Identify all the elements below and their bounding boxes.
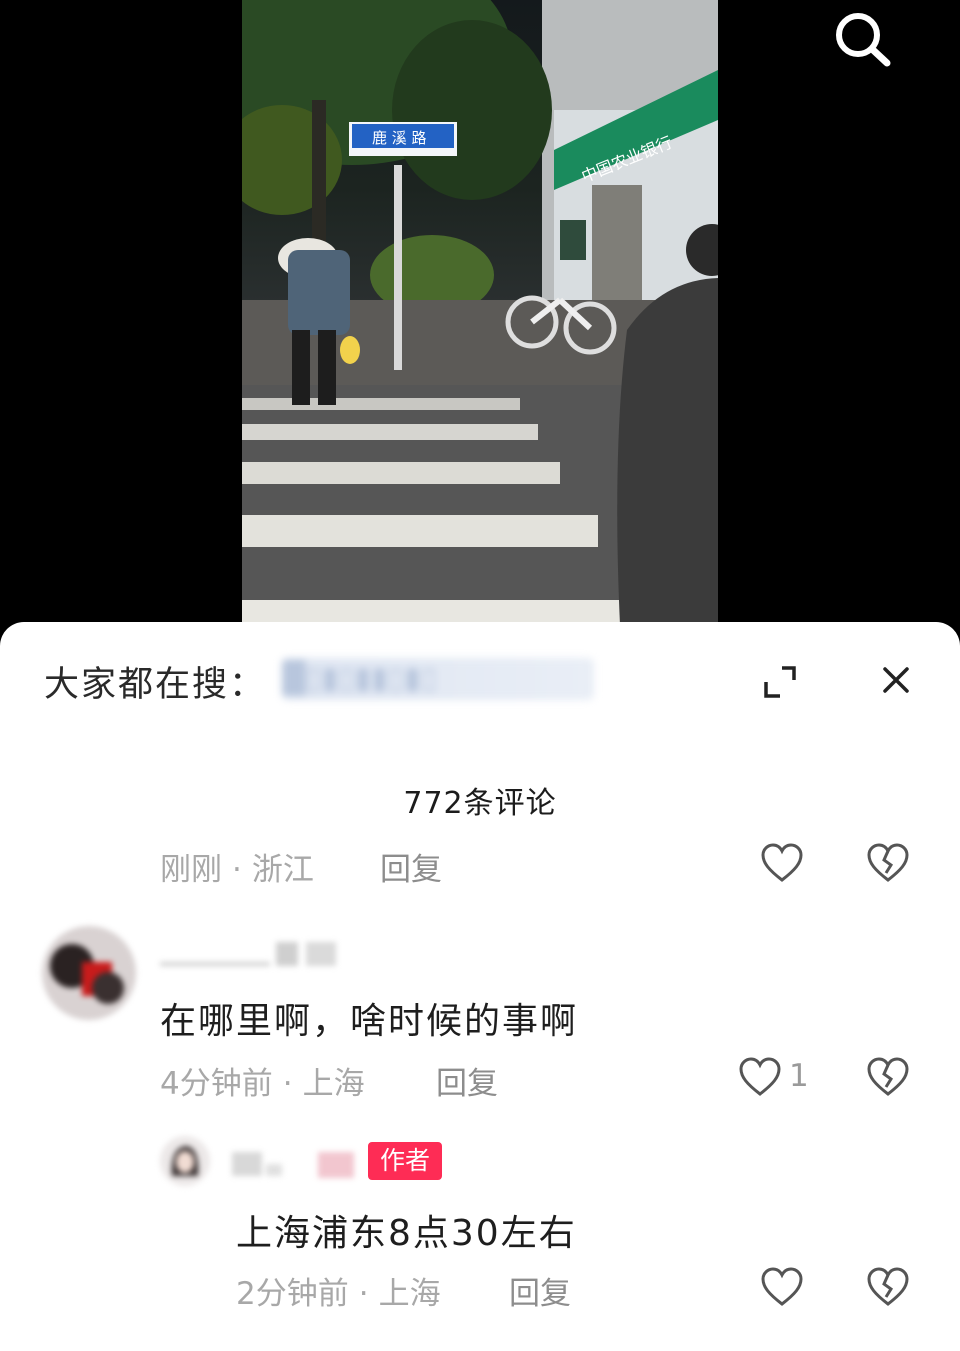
like-button[interactable] [737,1054,783,1100]
comment-panel: 大家都在搜： █▯▮▯▮▮▯▮▯ 772条评论 刚刚 · 浙江 回复 在哪里啊，… [0,622,960,1351]
username-blur-shape [232,1152,354,1178]
avatar-image [42,926,136,1020]
comment-meta: 刚刚 · 浙江 [160,852,314,888]
expand-button[interactable] [758,660,802,704]
dislike-button[interactable] [865,1264,911,1310]
heart-icon [739,1057,781,1096]
heart-icon [761,1267,803,1306]
comment-location: 上海 [378,1276,441,1312]
username-blurred[interactable] [232,1146,360,1180]
username-blur-shape [160,942,336,966]
broken-heart-icon [867,843,909,882]
video-frame[interactable]: 鹿 溪 路 中国农业银行 [242,0,718,625]
heart-icon [761,843,803,882]
trending-search-bar[interactable]: 大家都在搜： █▯▮▯▮▮▯▮▯ [0,622,960,742]
trending-search-term[interactable]: █▯▮▯▮▮▯▮▯ [282,658,594,700]
like-count: 1 [789,1058,809,1094]
avatar[interactable] [160,1136,210,1186]
comment-text: 在哪里啊，啥时候的事啊 [160,1001,579,1042]
comment-location: 上海 [302,1066,365,1102]
dislike-button[interactable] [865,1054,911,1100]
comment-time: 刚刚 [160,852,222,888]
comment-time: 2分钟前 [236,1276,349,1312]
broken-heart-icon [867,1057,909,1096]
comment-text: 上海浦东8点30左右 [236,1213,577,1254]
close-button[interactable] [874,658,918,702]
close-icon [883,667,909,693]
like-button[interactable] [759,840,805,886]
comment-time: 4分钟前 [160,1066,273,1102]
username-blurred[interactable] [160,940,340,970]
video-scene: 鹿 溪 路 中国农业银行 [242,0,718,625]
reply-button[interactable]: 回复 [380,844,442,889]
trending-search-label: 大家都在搜： [44,665,267,705]
dislike-button[interactable] [865,840,911,886]
video-player[interactable]: 鹿 溪 路 中国农业银行 [0,0,960,640]
search-button[interactable] [826,4,898,76]
comment-meta: 4分钟前 · 上海 [160,1066,365,1102]
avatar-image [160,1136,210,1186]
svg-text:鹿 溪 路: 鹿 溪 路 [372,129,427,147]
reply-button[interactable]: 回复 [509,1268,571,1313]
comment-meta: 2分钟前 · 上海 [236,1276,441,1312]
reply-button[interactable]: 回复 [436,1058,498,1103]
expand-icon [764,666,796,698]
comment-location: 浙江 [251,852,314,888]
broken-heart-icon [867,1267,909,1306]
author-badge: 作者 [368,1142,442,1180]
like-button[interactable] [759,1264,805,1310]
avatar[interactable] [42,926,136,1020]
comment-count: 772条评论 [403,786,557,821]
search-icon [836,13,891,67]
